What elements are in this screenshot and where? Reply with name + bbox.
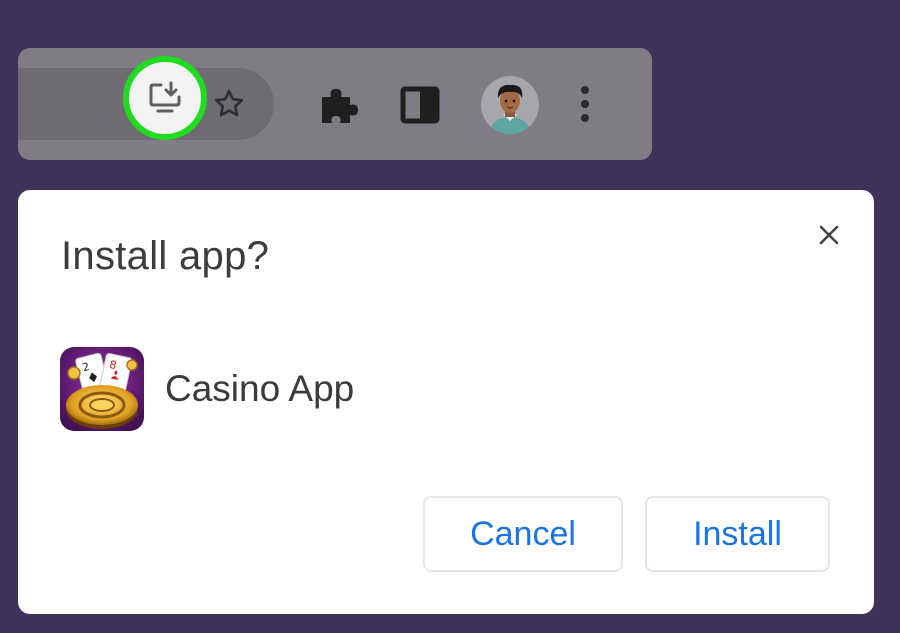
install-app-dialog: Install app? 2 8 Casino App Cancel Insta… [18,190,874,614]
install-app-button[interactable] [123,56,207,140]
star-icon[interactable] [213,88,245,120]
casino-app-icon: 2 8 [60,347,144,431]
avatar[interactable] [481,76,539,134]
cancel-button[interactable]: Cancel [423,496,623,572]
kebab-menu-icon[interactable] [578,84,592,124]
puzzle-icon[interactable] [318,85,360,125]
profile-avatar-image [481,76,539,134]
dialog-title: Install app? [61,234,270,278]
install-button[interactable]: Install [645,496,830,572]
install-app-icon [149,81,181,113]
side-panel-icon[interactable] [400,86,440,124]
close-icon[interactable] [816,222,842,248]
app-name: Casino App [165,368,355,409]
browser-toolbar [18,48,652,160]
